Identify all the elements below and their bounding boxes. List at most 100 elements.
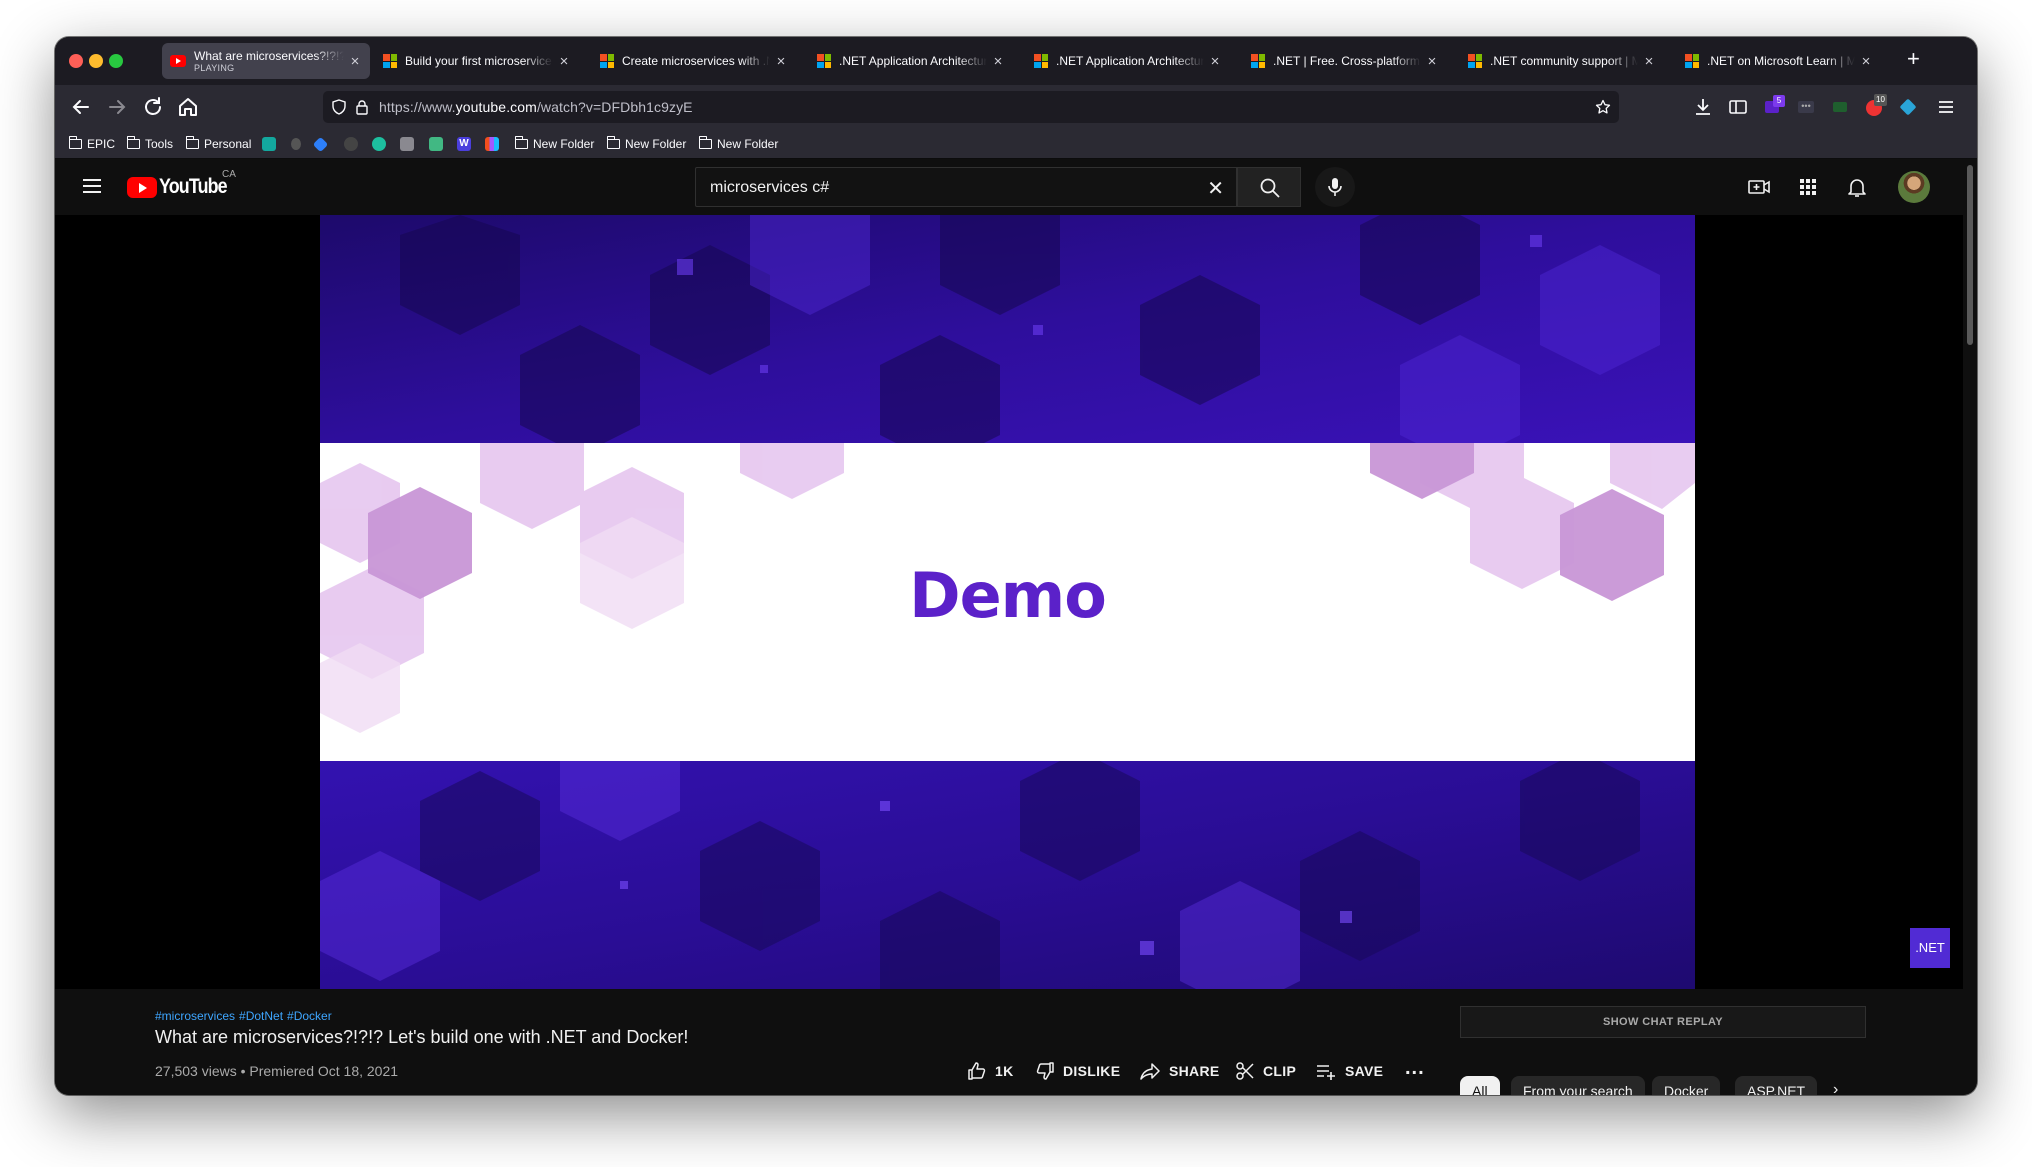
browser-tab-active[interactable]: What are microservices?!?!? Let's build … — [162, 43, 370, 79]
slide-panel: Demo — [320, 443, 1695, 761]
search-input[interactable]: microservices c# ✕ — [695, 167, 1237, 207]
close-tab-icon[interactable]: × — [774, 53, 788, 70]
microsoft-icon — [383, 54, 397, 68]
extension-icon-1[interactable]: 5 — [1761, 95, 1785, 118]
bookmarks-toolbar: EPIC Tools Personal W New Folder New Fol… — [55, 129, 1977, 159]
back-arrow-icon[interactable] — [69, 95, 93, 119]
home-icon[interactable] — [176, 95, 200, 119]
bookmark-folder[interactable]: Tools — [126, 136, 173, 152]
sidebar-icon[interactable] — [1727, 96, 1749, 118]
search-button[interactable] — [1237, 167, 1301, 207]
bookmark-folder[interactable]: New Folder — [698, 136, 779, 152]
close-tab-icon[interactable]: × — [991, 53, 1005, 70]
browser-tab[interactable]: .NET | Free. Cross-platform. Open Source… — [1243, 43, 1447, 79]
save-label: SAVE — [1345, 1063, 1384, 1079]
close-tab-icon[interactable]: × — [1859, 53, 1873, 70]
close-tab-icon[interactable]: × — [348, 53, 362, 70]
folder-icon — [698, 136, 712, 149]
forward-arrow-icon[interactable] — [105, 95, 129, 119]
dislike-label: DISLIKE — [1063, 1063, 1121, 1079]
browser-tab[interactable]: .NET Application Architecture Guides × — [1026, 43, 1230, 79]
create-video-icon[interactable] — [1747, 175, 1771, 199]
figma-icon[interactable] — [485, 137, 499, 151]
filter-chip-docker[interactable]: Docker — [1652, 1076, 1721, 1095]
close-window-button[interactable] — [69, 54, 83, 68]
microsoft-icon — [1685, 54, 1699, 68]
browser-tab[interactable]: .NET community support | Microsoft × — [1460, 43, 1664, 79]
address-bar[interactable]: https://www.youtube.com/watch?v=DFDbh1c9… — [323, 91, 1619, 123]
folder-icon — [185, 136, 199, 149]
close-tab-icon[interactable]: × — [1208, 53, 1222, 70]
hashtag-link[interactable]: #Docker — [287, 1009, 332, 1023]
show-chat-replay-button[interactable]: SHOW CHAT REPLAY — [1460, 1006, 1866, 1038]
minimize-window-button[interactable] — [89, 54, 103, 68]
hashtag-link[interactable]: #microservices — [155, 1009, 235, 1023]
video-frame[interactable]: Demo — [320, 215, 1695, 989]
like-count: 1K — [995, 1063, 1014, 1079]
filter-chip-aspnet[interactable]: ASP.NET — [1735, 1076, 1818, 1095]
clip-button[interactable]: CLIP — [1235, 1059, 1296, 1083]
apple-icon[interactable] — [291, 138, 301, 150]
close-tab-icon[interactable]: × — [1642, 53, 1656, 70]
bookmark-folder[interactable]: New Folder — [606, 136, 687, 152]
extension-icon-5[interactable] — [1897, 96, 1919, 118]
apps-grid-icon[interactable] — [1796, 175, 1820, 199]
share-button[interactable]: SHARE — [1139, 1059, 1220, 1083]
page-scrollbar[interactable] — [1963, 159, 1977, 1095]
hashtags: #microservices #DotNet #Docker — [155, 1009, 336, 1023]
bookmark-label: New Folder — [625, 137, 687, 151]
save-button[interactable]: SAVE — [1315, 1059, 1383, 1083]
youtube-logo[interactable]: YouTube CA — [127, 169, 239, 199]
microsoft-icon — [817, 54, 831, 68]
adblock-icon[interactable]: 10 — [1863, 94, 1887, 118]
video-info: #microservices #DotNet #Docker What are mi… — [55, 989, 1963, 1095]
tab-title: .NET community support | Microsoft — [1490, 54, 1638, 68]
downloads-icon[interactable] — [1692, 96, 1714, 118]
reload-icon[interactable] — [141, 95, 165, 119]
close-tab-icon[interactable]: × — [557, 53, 571, 70]
extension-icon-3[interactable] — [1829, 96, 1851, 118]
vue-icon[interactable] — [429, 137, 443, 151]
filter-chip-from-your-search[interactable]: From your search — [1511, 1076, 1645, 1095]
bookmark-folder[interactable]: Personal — [185, 136, 251, 152]
dislike-button[interactable]: DISLIKE — [1035, 1059, 1120, 1083]
diamond-icon[interactable] — [312, 136, 329, 153]
menu-icon[interactable] — [1935, 96, 1957, 118]
tracking-shield-icon[interactable] — [331, 99, 347, 115]
bookmark-app-icon[interactable] — [262, 137, 276, 151]
zoom-window-button[interactable] — [109, 54, 123, 68]
browser-tab[interactable]: Create microservices with .NET × — [592, 43, 796, 79]
bookmark-app-icon[interactable] — [372, 137, 386, 151]
chevron-right-icon[interactable]: › — [1833, 1081, 1838, 1095]
github-icon[interactable] — [344, 137, 358, 151]
guide-menu-icon[interactable] — [83, 179, 101, 193]
tab-playing-label: PLAYING — [194, 62, 235, 73]
browser-tab[interactable]: Build your first microservice with .NET … — [375, 43, 579, 79]
new-tab-icon[interactable]: + — [1907, 47, 1920, 71]
bookmark-app-icon[interactable] — [400, 137, 414, 151]
url-text[interactable]: https://www.youtube.com/watch?v=DFDbh1c9… — [379, 99, 693, 115]
lock-icon[interactable] — [355, 99, 369, 115]
video-player[interactable]: Demo .NET — [55, 215, 1963, 989]
hashtag-link[interactable]: #DotNet — [239, 1009, 283, 1023]
like-button[interactable]: 1K — [967, 1059, 1014, 1083]
extension-icon-2[interactable]: ••• — [1795, 96, 1817, 118]
voice-search-button[interactable] — [1315, 167, 1355, 207]
youtube-header: YouTube CA microservices c# ✕ — [55, 159, 1977, 215]
more-actions-button[interactable]: ... — [1405, 1057, 1425, 1080]
bookmark-folder[interactable]: New Folder — [514, 136, 594, 152]
close-tab-icon[interactable]: × — [1425, 53, 1439, 70]
dotnet-channel-badge[interactable]: .NET — [1910, 928, 1950, 968]
bookmark-label: New Folder — [717, 137, 779, 151]
avatar[interactable] — [1898, 171, 1930, 203]
browser-tab[interactable]: .NET Application Architecture Guides × — [809, 43, 1013, 79]
browser-tab[interactable]: .NET on Microsoft Learn | Microsoft × — [1677, 43, 1881, 79]
scrollbar-thumb[interactable] — [1967, 165, 1973, 345]
filter-chip-all[interactable]: All — [1460, 1076, 1500, 1095]
w-icon[interactable]: W — [457, 137, 471, 151]
bookmark-folder[interactable]: EPIC — [68, 136, 115, 152]
notifications-bell-icon[interactable] — [1845, 175, 1869, 199]
scissors-icon — [1236, 1062, 1254, 1080]
bookmark-star-icon[interactable] — [1595, 99, 1611, 115]
clear-search-icon[interactable]: ✕ — [1207, 176, 1224, 201]
